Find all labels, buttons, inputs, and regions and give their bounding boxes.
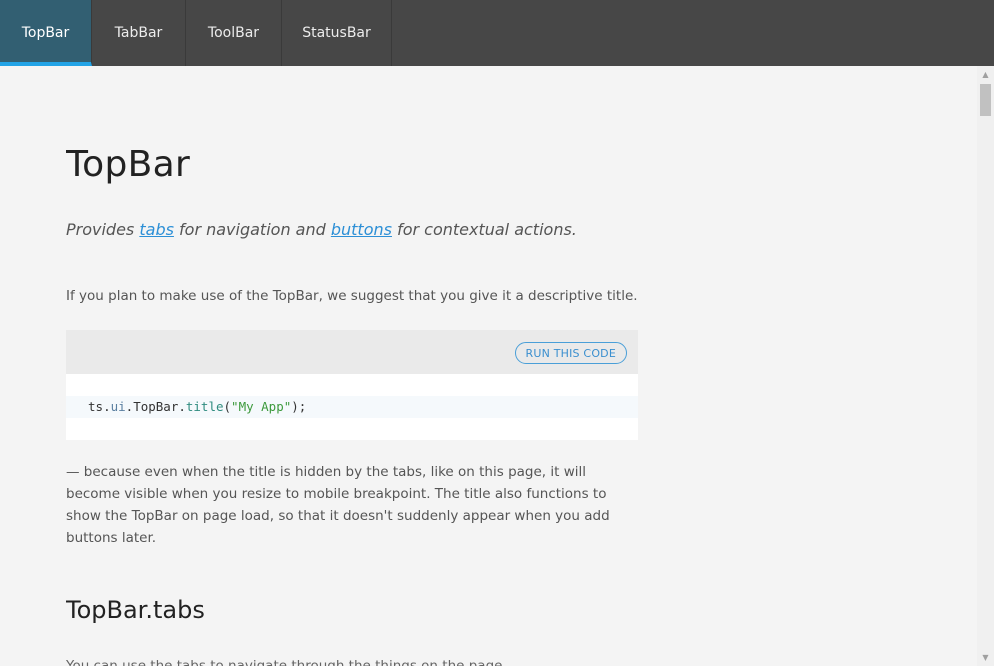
code-token: .: [103, 399, 111, 414]
lead-text-pre: Provides: [66, 220, 140, 239]
run-code-button[interactable]: RUN THIS CODE: [514, 342, 627, 364]
intro-paragraph: If you plan to make use of the TopBar, w…: [66, 288, 638, 304]
code-token: );: [291, 399, 307, 414]
lead-text-post: for contextual actions.: [391, 220, 577, 239]
tab-toolbar[interactable]: ToolBar: [186, 0, 282, 66]
code-token: title: [185, 399, 224, 414]
code-header: RUN THIS CODE: [66, 330, 638, 374]
code-token: ui: [110, 399, 126, 414]
tab-topbar[interactable]: TopBar: [0, 0, 92, 66]
vertical-scrollbar[interactable]: ▲ ▼: [977, 66, 994, 666]
tab-tabbar[interactable]: TabBar: [92, 0, 186, 66]
page-title: TopBar: [66, 144, 191, 185]
arrow-up-icon[interactable]: ▲: [977, 66, 994, 83]
tab-statusbar[interactable]: StatusBar: [282, 0, 392, 66]
code-line: ts.ui.TopBar.title("My App");: [66, 396, 638, 418]
main-content: TopBar Provides tabs for navigation and …: [66, 66, 638, 666]
lead-paragraph: Provides tabs for navigation and buttons…: [66, 220, 577, 239]
code-token: "My App": [231, 399, 292, 414]
tab-label: StatusBar: [302, 25, 371, 41]
section-paragraph: You can use the tabs to navigate through…: [66, 658, 507, 666]
code-token: ts: [88, 399, 104, 414]
tabs-link[interactable]: tabs: [139, 220, 174, 239]
scrollbar-thumb[interactable]: [980, 84, 991, 116]
code-token: (: [223, 399, 232, 414]
code-example: RUN THIS CODE ts.ui.TopBar.title("My App…: [66, 330, 638, 440]
tab-label: TabBar: [114, 25, 163, 41]
arrow-down-icon[interactable]: ▼: [977, 649, 994, 666]
lead-text-mid: for navigation and: [173, 220, 331, 239]
buttons-link[interactable]: buttons: [331, 220, 392, 239]
top-bar: TopBar TabBar ToolBar StatusBar: [0, 0, 994, 66]
tab-label: ToolBar: [207, 25, 260, 41]
section-title: TopBar.tabs: [66, 596, 205, 624]
tab-label: TopBar: [21, 25, 70, 41]
code-token: .: [178, 399, 186, 414]
explanation-paragraph: — because even when the title is hidden …: [66, 464, 610, 546]
code-token: TopBar: [133, 399, 179, 414]
